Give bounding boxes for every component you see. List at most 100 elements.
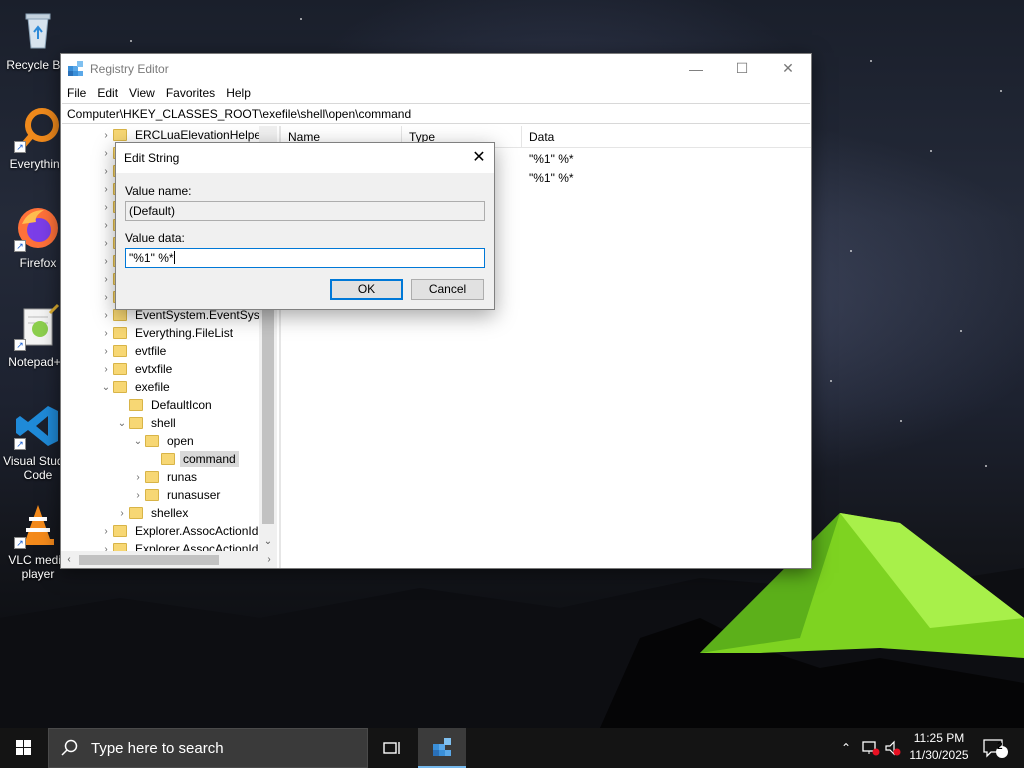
tree-item[interactable]: › Explorer.AssocActionId bbox=[99, 522, 261, 540]
folder-icon bbox=[113, 381, 127, 393]
task-view-icon bbox=[383, 742, 400, 754]
taskbar-registry-editor[interactable] bbox=[418, 728, 466, 768]
tree-item[interactable]: ⌄ shell bbox=[115, 414, 179, 432]
system-clock[interactable]: 11:25 PM 11/30/2025 bbox=[900, 730, 978, 764]
menu-bar: File Edit View Favorites Help bbox=[61, 83, 811, 103]
maximize-button[interactable]: ☐ bbox=[719, 54, 765, 83]
collapsed-chevron-icon[interactable]: › bbox=[99, 130, 113, 141]
value-data-field[interactable]: "%1" %* bbox=[125, 248, 485, 268]
dialog-title: Edit String bbox=[124, 151, 180, 165]
folder-icon bbox=[113, 345, 127, 357]
chevron-up-icon: ⌃ bbox=[840, 741, 852, 755]
window-title: Registry Editor bbox=[90, 61, 169, 76]
collapsed-chevron-icon[interactable]: › bbox=[115, 508, 129, 519]
search-icon bbox=[61, 739, 78, 756]
cancel-button[interactable]: Cancel bbox=[411, 279, 484, 300]
scrollbar-thumb[interactable] bbox=[79, 555, 219, 565]
address-path: Computer\HKEY_CLASSES_ROOT\exefile\shell… bbox=[67, 106, 412, 121]
menu-view[interactable]: View bbox=[129, 86, 155, 100]
expanded-chevron-icon[interactable]: ⌄ bbox=[115, 418, 129, 429]
tree-item[interactable]: command bbox=[147, 450, 239, 468]
tree-item-label: open bbox=[167, 434, 194, 448]
tree-item-label: runasuser bbox=[167, 488, 221, 502]
everything-search-icon: ↗ bbox=[14, 105, 62, 153]
menu-file[interactable]: File bbox=[67, 86, 86, 100]
collapsed-chevron-icon[interactable]: › bbox=[99, 202, 113, 213]
maximize-icon: ☐ bbox=[735, 60, 749, 76]
tree-item-label: ERCLuaElevationHelper bbox=[135, 128, 266, 142]
collapsed-chevron-icon[interactable]: › bbox=[99, 166, 113, 177]
tree-item[interactable]: › Everything.FileList bbox=[99, 324, 236, 342]
value-data: "%1" %* bbox=[529, 152, 574, 166]
clock-date: 11/30/2025 bbox=[909, 748, 969, 762]
scroll-down-icon[interactable]: ⌄ bbox=[259, 533, 277, 551]
value-data-label: Value data: bbox=[125, 231, 185, 245]
collapsed-chevron-icon[interactable]: › bbox=[99, 184, 113, 195]
value-name-label: Value name: bbox=[125, 184, 192, 198]
tree-item-label: exefile bbox=[135, 380, 170, 394]
collapsed-chevron-icon[interactable]: › bbox=[99, 256, 113, 267]
show-hidden-icons-button[interactable]: ⌃ bbox=[836, 728, 856, 768]
dialog-title-bar[interactable]: Edit String ✕ bbox=[116, 143, 494, 173]
dialog-close-button[interactable]: ✕ bbox=[464, 143, 494, 173]
collapsed-chevron-icon[interactable]: › bbox=[99, 292, 113, 303]
start-button[interactable] bbox=[0, 728, 48, 768]
value-name-field: (Default) bbox=[125, 201, 485, 221]
tree-item-label: Everything.FileList bbox=[135, 326, 234, 340]
tree-item-label: Explorer.AssocActionId bbox=[135, 524, 259, 538]
task-view-button[interactable] bbox=[368, 728, 416, 768]
menu-edit[interactable]: Edit bbox=[97, 86, 118, 100]
collapsed-chevron-icon[interactable]: › bbox=[99, 364, 113, 375]
tree-item-label: runas bbox=[167, 470, 198, 484]
dialog-body: Value name: (Default) Value data: "%1" %… bbox=[116, 173, 494, 309]
collapsed-chevron-icon[interactable]: › bbox=[131, 472, 145, 483]
notification-icon bbox=[983, 739, 1008, 758]
taskbar-search-box[interactable]: Type here to search bbox=[48, 728, 368, 768]
network-button[interactable] bbox=[860, 728, 882, 768]
tree-item[interactable]: › shellex bbox=[115, 504, 191, 522]
scroll-left-icon[interactable]: ‹ bbox=[61, 551, 77, 568]
collapsed-chevron-icon[interactable]: › bbox=[99, 310, 113, 321]
folder-icon bbox=[113, 525, 127, 537]
collapsed-chevron-icon[interactable]: › bbox=[99, 220, 113, 231]
tree-item[interactable]: DefaultIcon bbox=[115, 396, 215, 414]
ok-button[interactable]: OK bbox=[330, 279, 403, 300]
collapsed-chevron-icon[interactable]: › bbox=[99, 238, 113, 249]
scroll-right-icon[interactable]: › bbox=[261, 551, 277, 568]
menu-help[interactable]: Help bbox=[226, 86, 251, 100]
folder-icon bbox=[129, 399, 143, 411]
collapsed-chevron-icon[interactable]: › bbox=[99, 148, 113, 159]
search-placeholder: Type here to search bbox=[91, 739, 224, 757]
notification-count: 2 bbox=[997, 741, 1003, 752]
registry-editor-window: Registry Editor — ☐ ✕ File Edit View Fav… bbox=[60, 53, 812, 569]
address-bar[interactable]: Computer\HKEY_CLASSES_ROOT\exefile\shell… bbox=[62, 103, 810, 124]
vscode-icon: ↗ bbox=[14, 402, 62, 450]
close-button[interactable]: ✕ bbox=[765, 54, 811, 83]
collapsed-chevron-icon[interactable]: › bbox=[99, 346, 113, 357]
tree-item[interactable]: ⌄ exefile bbox=[99, 378, 173, 396]
tree-item[interactable]: ⌄ open bbox=[131, 432, 197, 450]
tree-item[interactable]: › evtxfile bbox=[99, 360, 175, 378]
notification-center-button[interactable]: 2 bbox=[978, 728, 1012, 768]
registry-editor-icon bbox=[433, 738, 451, 756]
expanded-chevron-icon[interactable]: ⌄ bbox=[131, 436, 145, 447]
tree-horizontal-scrollbar[interactable]: ‹ › bbox=[61, 551, 277, 568]
folder-icon bbox=[145, 435, 159, 447]
tree-item[interactable]: › runasuser bbox=[131, 486, 223, 504]
tree-item[interactable]: › runas bbox=[131, 468, 200, 486]
collapsed-chevron-icon[interactable]: › bbox=[131, 490, 145, 501]
folder-icon bbox=[129, 417, 143, 429]
collapsed-chevron-icon[interactable]: › bbox=[99, 274, 113, 285]
title-bar[interactable]: Registry Editor — ☐ ✕ bbox=[61, 54, 811, 83]
close-icon: ✕ bbox=[782, 60, 794, 76]
taskbar: Type here to search ⌃ 11:25 PM 11/30/202… bbox=[0, 728, 1024, 768]
minimize-button[interactable]: — bbox=[673, 54, 719, 83]
collapsed-chevron-icon[interactable]: › bbox=[99, 526, 113, 537]
menu-favorites[interactable]: Favorites bbox=[166, 86, 215, 100]
tree-item[interactable]: › evtfile bbox=[99, 342, 169, 360]
network-disconnected-icon bbox=[862, 741, 880, 756]
value-name-text: (Default) bbox=[129, 204, 176, 218]
collapsed-chevron-icon[interactable]: › bbox=[99, 328, 113, 339]
column-header-data[interactable]: Data bbox=[522, 126, 811, 147]
expanded-chevron-icon[interactable]: ⌄ bbox=[99, 382, 113, 393]
